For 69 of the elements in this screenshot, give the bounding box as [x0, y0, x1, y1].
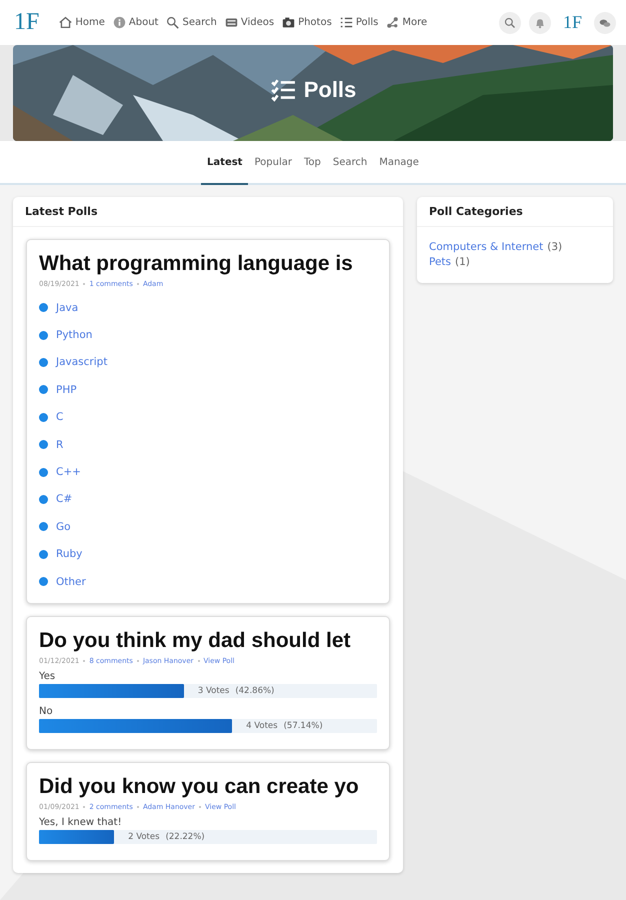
search-icon [166, 16, 180, 29]
bullet-icon [39, 550, 48, 559]
nav-link[interactable]: Videos [224, 16, 274, 29]
vote-percent: (22.22%) [166, 832, 205, 842]
tab[interactable]: Top [298, 141, 327, 185]
site-logo[interactable]: 1F [14, 9, 40, 36]
poll-option[interactable]: Other [56, 576, 86, 588]
poll-option[interactable]: Python [56, 329, 92, 342]
list-icon [270, 77, 296, 103]
vote-percent: (57.14%) [284, 721, 323, 732]
tab[interactable]: Search [326, 141, 374, 185]
poll-option[interactable]: C++ [56, 466, 81, 478]
tab[interactable]: Popular [248, 141, 298, 185]
film-icon [224, 16, 238, 29]
search-button[interactable] [498, 12, 521, 34]
profile-logo[interactable]: 1F [562, 12, 582, 33]
chat-icon [599, 16, 611, 28]
vote-percent: (42.86%) [235, 686, 274, 696]
bullet-icon [39, 303, 48, 312]
bullet-icon [39, 330, 48, 340]
poll-option[interactable]: C# [56, 493, 72, 506]
category-link[interactable]: Pets [429, 256, 452, 268]
tab[interactable]: Latest [201, 141, 248, 185]
panel-title: Latest Polls [25, 205, 98, 218]
answer-label: No [39, 706, 54, 718]
nav-link[interactable]: About [112, 16, 158, 29]
nav-link[interactable]: Photos [282, 16, 332, 29]
bullet-icon [39, 440, 48, 450]
answer-label: Yes, I knew that! [39, 817, 123, 828]
vote-count: 4 Votes [246, 721, 278, 732]
nav-link[interactable]: Home [59, 16, 105, 29]
camera-icon [282, 16, 296, 29]
nav-link[interactable]: Polls [340, 16, 378, 29]
notifications-button[interactable] [528, 12, 551, 34]
chat-button[interactable] [594, 12, 616, 34]
bullet-icon [39, 358, 48, 367]
poll-question: Did you know you can create yo [39, 775, 360, 800]
vote-count: 3 Votes [198, 686, 230, 696]
poll-option[interactable]: Javascript [56, 356, 108, 368]
search-icon [504, 16, 516, 28]
poll-question: What programming language is [39, 252, 354, 276]
banner-title: Polls [304, 77, 356, 103]
vote-count: 2 Votes [128, 832, 160, 842]
poll-question: Do you think my dad should let [39, 629, 352, 654]
category-count: (3) [547, 241, 562, 253]
category-count: (1) [455, 256, 470, 268]
answer-label: Yes [39, 671, 56, 682]
category-link[interactable]: Computers & Internet [429, 241, 544, 253]
panel-title: Poll Categories [429, 205, 523, 218]
bullet-icon [39, 522, 48, 532]
tab[interactable]: Manage [373, 141, 425, 185]
nav-link[interactable]: More [386, 16, 428, 29]
home-icon [59, 16, 72, 29]
bell-icon [534, 16, 546, 28]
poll-option[interactable]: Go [56, 520, 71, 533]
bullet-icon [39, 412, 48, 422]
bullet-icon [39, 385, 48, 394]
nav-link[interactable]: Search [166, 16, 217, 29]
poll-option[interactable]: Ruby [56, 548, 82, 560]
poll-option[interactable]: R [56, 438, 64, 451]
list-icon [340, 16, 353, 29]
network-icon [386, 16, 400, 29]
bullet-icon [39, 494, 48, 504]
bullet-icon [39, 577, 48, 586]
bullet-icon [39, 468, 48, 477]
poll-option[interactable]: Java [56, 302, 78, 314]
info-icon [112, 16, 126, 29]
poll-option[interactable]: C [56, 411, 64, 424]
poll-option[interactable]: PHP [56, 384, 77, 396]
